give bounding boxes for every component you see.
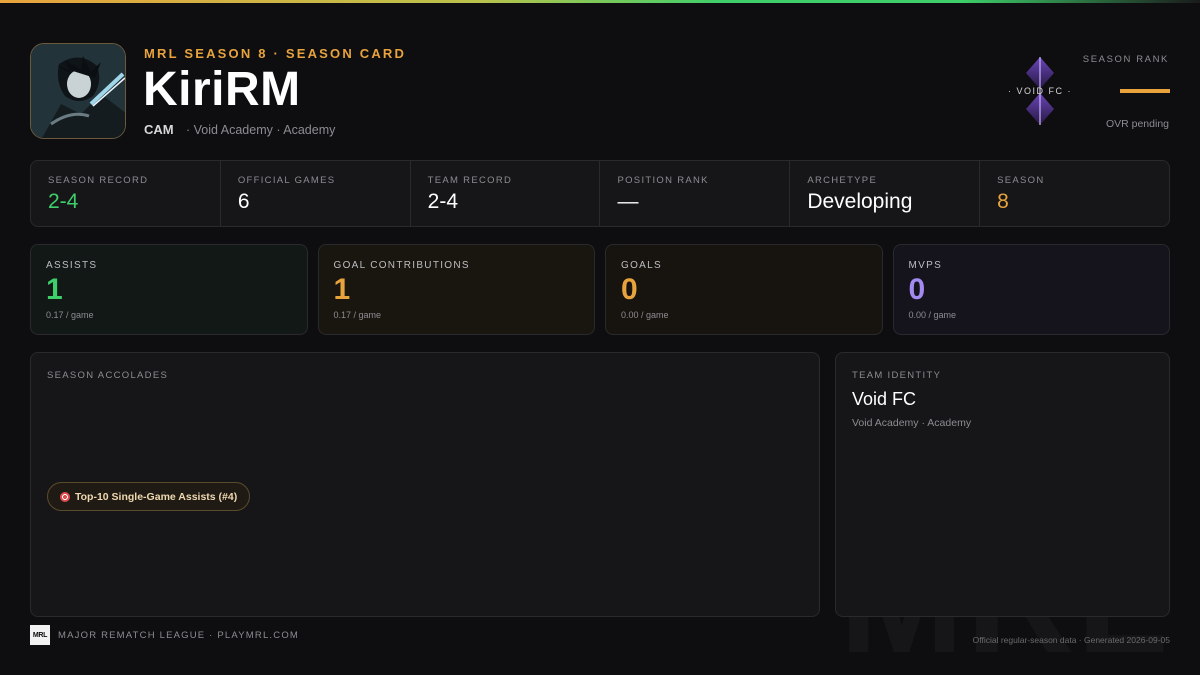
card-assists: ASSISTS 1 0.17 / game: [30, 244, 308, 335]
season-stats-row: SEASON RECORD 2-4 OFFICIAL GAMES 6 TEAM …: [30, 160, 1170, 227]
card-per-game: 0.17 / game: [333, 310, 382, 320]
ovr-status: OVR pending: [1105, 118, 1169, 130]
target-icon: [60, 491, 70, 502]
player-team-line: · Void Academy · Academy: [186, 123, 336, 137]
card-eyebrow: MRL SEASON 8 · SEASON CARD: [144, 46, 407, 61]
card-label: ASSISTS: [46, 260, 98, 271]
card-value: 1: [46, 273, 63, 306]
stat-value: Developing: [807, 190, 913, 213]
card-value: 0: [908, 273, 926, 306]
stat-season: SEASON 8: [980, 161, 1169, 226]
team-name: Void FC: [852, 389, 917, 409]
card-label: MVPS: [908, 260, 943, 271]
card-per-game: 0.17 / game: [46, 310, 94, 320]
stat-value: —: [617, 190, 639, 213]
stat-value: 2-4: [48, 190, 79, 213]
card-per-game: 0.00 / game: [621, 310, 669, 320]
team-identity-panel: TEAM IDENTITY Void FC Void Academy · Aca…: [835, 352, 1170, 617]
card-value: 0: [621, 273, 638, 306]
stat-team-record: TEAM RECORD 2-4: [411, 161, 601, 226]
league-footer-text: MAJOR REMATCH LEAGUE · PLAYMRL.COM: [58, 630, 300, 641]
player-avatar: [30, 43, 126, 139]
stat-archetype: ARCHETYPE Developing: [790, 161, 981, 226]
season-rank-label: SEASON RANK: [1082, 54, 1169, 65]
stat-label: ARCHETYPE: [807, 175, 878, 186]
stat-label: POSITION RANK: [617, 175, 709, 186]
stat-value: 6: [237, 190, 250, 213]
player-name: KiriRM: [143, 63, 301, 116]
stat-label: SEASON RECORD: [48, 175, 149, 186]
card-mvps: MVPS 0 0.00 / game: [892, 244, 1170, 335]
top-accent-bar: [0, 0, 1200, 3]
metric-cards: ASSISTS 1 0.17 / game GOAL CONTRIBUTIONS…: [30, 244, 1170, 335]
stat-position-rank: POSITION RANK —: [600, 161, 791, 226]
accolade-text: Top-10 Single-Game Assists (#4): [75, 490, 238, 503]
card-per-game: 0.00 / game: [908, 310, 957, 320]
accolade-badge: Top-10 Single-Game Assists (#4): [47, 482, 251, 511]
generated-note: Official regular-season data · Generated…: [972, 635, 1170, 645]
player-position: CAM: [144, 122, 174, 137]
team-subtitle: Void Academy · Academy: [852, 417, 972, 429]
card-label: GOALS: [621, 260, 662, 271]
season-rank-bar: [1120, 89, 1170, 93]
stat-value: 2-4: [427, 190, 459, 213]
card-goals: GOALS 0 0.00 / game: [605, 244, 883, 335]
season-accolades-panel: SEASON ACCOLADES Top-10 Single-Game Assi…: [30, 352, 820, 617]
panel-label: SEASON ACCOLADES: [47, 370, 169, 381]
card-goal-contributions: GOAL CONTRIBUTIONS 1 0.17 / game: [317, 244, 595, 335]
stat-season-record: SEASON RECORD 2-4: [31, 161, 221, 226]
stat-label: SEASON: [997, 175, 1045, 186]
card-value: 1: [333, 273, 351, 306]
stat-official-games: OFFICIAL GAMES 6: [221, 161, 411, 226]
stat-label: OFFICIAL GAMES: [237, 175, 336, 186]
team-crest-label: · VOID FC ·: [1008, 86, 1072, 96]
league-logo: MRL: [30, 625, 50, 645]
stat-value: 8: [997, 190, 1009, 213]
card-label: GOAL CONTRIBUTIONS: [333, 260, 470, 271]
panel-label: TEAM IDENTITY: [852, 370, 942, 381]
stat-label: TEAM RECORD: [427, 175, 513, 186]
